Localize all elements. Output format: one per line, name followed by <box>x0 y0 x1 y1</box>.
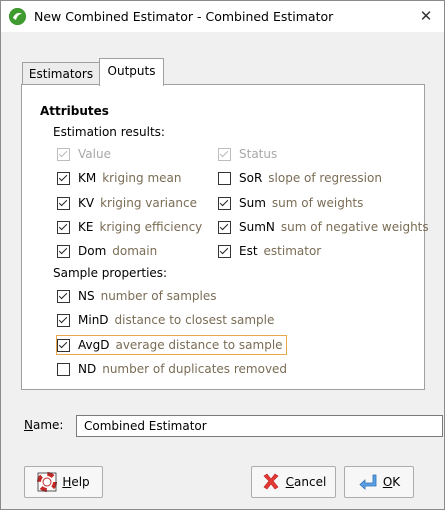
app-logo-icon <box>9 8 26 25</box>
checkbox-abbr: Est <box>239 244 258 258</box>
checkbox-label: Value <box>78 147 111 161</box>
cancel-label-rest: ancel <box>294 475 327 489</box>
checkbox-desc: kriging mean <box>102 171 182 185</box>
checkbox-desc: distance to closest sample <box>114 313 275 327</box>
cancel-button[interactable]: Cancel <box>251 466 336 498</box>
checkbox-abbr: SumN <box>239 220 275 234</box>
checkbox-desc: kriging efficiency <box>99 220 203 234</box>
help-lifebuoy-icon <box>37 472 58 492</box>
checkbox-desc: sum of negative weights <box>280 220 429 234</box>
ok-label: OK <box>383 475 400 489</box>
checkbox-box[interactable] <box>57 338 70 352</box>
checkbox-desc: average distance to sample <box>115 338 283 352</box>
checkbox-status: Status <box>218 145 277 163</box>
cancel-x-icon <box>261 472 281 492</box>
attributes-heading: Attributes <box>40 104 109 118</box>
checkbox-kv[interactable]: KV kriging variance <box>57 194 197 212</box>
checkbox-abbr: KV <box>78 196 95 210</box>
sample-properties-label: Sample properties: <box>53 266 168 280</box>
checkbox-desc: domain <box>112 244 158 258</box>
checkbox-value: Value <box>57 145 111 163</box>
checkbox-desc: slope of regression <box>268 171 382 185</box>
checkbox-sor[interactable]: SoR slope of regression <box>218 169 382 187</box>
tab-outputs[interactable]: Outputs <box>99 58 164 86</box>
close-icon[interactable]: ✕ <box>408 1 444 32</box>
checkbox-box[interactable] <box>57 244 70 258</box>
checkbox-box[interactable] <box>218 220 231 234</box>
checkbox-box[interactable] <box>218 244 231 258</box>
checkbox-box[interactable] <box>218 196 231 210</box>
checkbox-avgd[interactable]: AvgD average distance to sample <box>56 335 287 355</box>
checkbox-box[interactable] <box>57 220 70 234</box>
checkbox-desc: number of samples <box>100 289 217 303</box>
checkbox-abbr: KE <box>78 220 94 234</box>
checkbox-dom[interactable]: Dom domain <box>57 242 157 260</box>
checkbox-abbr: SoR <box>239 171 263 185</box>
help-label: Help <box>62 475 89 489</box>
estimation-results-label: Estimation results: <box>53 125 165 139</box>
help-button[interactable]: Help <box>24 466 103 498</box>
title-bar: New Combined Estimator - Combined Estima… <box>1 1 444 32</box>
checkbox-box[interactable] <box>218 171 231 185</box>
checkbox-abbr: ND <box>78 362 97 376</box>
checkbox-mind[interactable]: MinD distance to closest sample <box>57 311 274 329</box>
ok-mnemonic: O <box>382 475 393 489</box>
checkbox-ke[interactable]: KE kriging efficiency <box>57 218 202 236</box>
name-label: Name: <box>24 418 63 432</box>
name-label-rest: ame: <box>32 418 64 432</box>
checkbox-abbr: NS <box>78 289 95 303</box>
checkbox-box[interactable] <box>57 313 70 327</box>
checkbox-box <box>218 147 231 161</box>
checkbox-abbr: Dom <box>78 244 107 258</box>
checkbox-abbr: MinD <box>78 313 109 327</box>
outputs-panel: Attributes Estimation results: Value KM … <box>21 84 429 390</box>
ok-enter-arrow-icon <box>358 472 378 492</box>
name-input[interactable]: Combined Estimator <box>76 415 443 437</box>
checkbox-sum[interactable]: Sum sum of weights <box>218 194 363 212</box>
checkbox-box[interactable] <box>57 362 70 376</box>
checkbox-box <box>57 147 70 161</box>
checkbox-sumn[interactable]: SumN sum of negative weights <box>218 218 429 236</box>
checkbox-desc: estimator <box>263 244 322 258</box>
checkbox-label: Status <box>239 147 278 161</box>
checkbox-box[interactable] <box>57 171 70 185</box>
checkbox-desc: sum of weights <box>271 196 364 210</box>
help-mnemonic: H <box>62 475 72 489</box>
checkbox-abbr: Sum <box>239 196 266 210</box>
ok-label-rest: K <box>392 475 401 489</box>
checkbox-box[interactable] <box>57 196 70 210</box>
checkbox-desc: number of duplicates removed <box>102 362 288 376</box>
window-title: New Combined Estimator - Combined Estima… <box>34 9 334 24</box>
checkbox-abbr: AvgD <box>78 338 110 352</box>
checkbox-ns[interactable]: NS number of samples <box>57 287 217 305</box>
cancel-mnemonic: C <box>285 475 295 489</box>
checkbox-nd[interactable]: ND number of duplicates removed <box>57 360 287 378</box>
checkbox-est[interactable]: Est estimator <box>218 242 321 260</box>
dialog-window: New Combined Estimator - Combined Estima… <box>0 0 445 510</box>
tab-estimators[interactable]: Estimators <box>22 62 100 85</box>
help-label-rest: elp <box>71 475 90 489</box>
cancel-label: Cancel <box>286 475 327 489</box>
ok-button[interactable]: OK <box>344 466 414 498</box>
checkbox-abbr: KM <box>78 171 97 185</box>
checkbox-km[interactable]: KM kriging mean <box>57 169 181 187</box>
checkbox-box[interactable] <box>57 289 70 303</box>
name-label-mnemonic: N <box>24 418 33 432</box>
checkbox-desc: kriging variance <box>100 196 197 210</box>
